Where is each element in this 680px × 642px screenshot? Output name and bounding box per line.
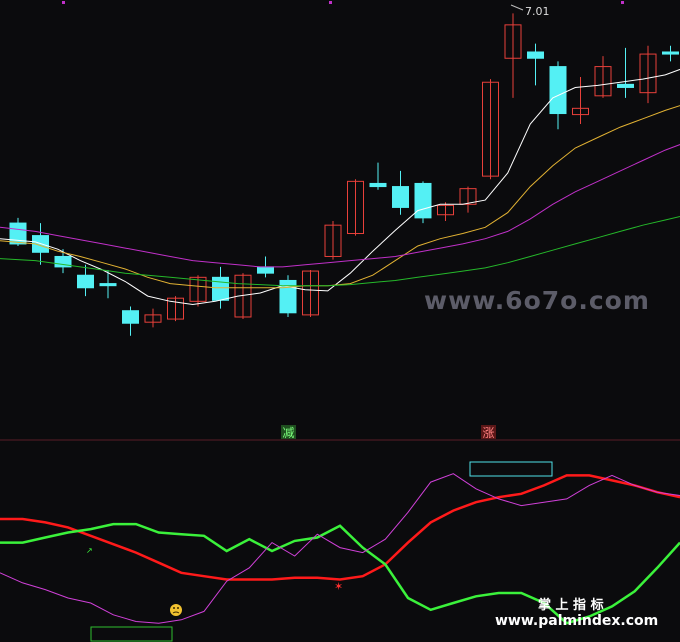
signal-rise: 涨 xyxy=(481,425,496,440)
candle-body xyxy=(549,66,567,115)
signal-reduce-label: 减 xyxy=(283,426,295,440)
candle-body xyxy=(662,51,679,55)
candle-body xyxy=(212,276,229,301)
signal-rise-label: 涨 xyxy=(483,425,495,440)
candle-body xyxy=(617,83,634,88)
small-green-marker-icon: ↗ xyxy=(86,546,93,555)
candle-body xyxy=(369,182,387,188)
peak-label: 7.01 xyxy=(525,5,550,18)
top-marker xyxy=(62,1,65,4)
watermark-6o7o: www.6o7o.com xyxy=(424,286,650,315)
top-marker xyxy=(621,1,624,4)
smiley-icon xyxy=(170,604,182,616)
candle-body xyxy=(527,51,544,59)
candle-body xyxy=(122,310,139,324)
candle-body xyxy=(392,186,409,208)
candle-body xyxy=(414,182,432,219)
candle-down xyxy=(279,275,297,317)
candle-body xyxy=(77,274,94,289)
watermark-site: www.palmindex.com xyxy=(495,613,658,629)
candle-down xyxy=(414,181,432,224)
signal-reduce: 减 xyxy=(281,425,296,440)
background xyxy=(0,0,680,642)
top-marker xyxy=(329,1,332,4)
chart-canvas: www.6o7o.com 7.01 减 涨 ✶ ↗ 掌 上 指 标 www.pa… xyxy=(0,0,680,642)
watermark-brand: 掌 上 指 标 xyxy=(538,597,604,613)
cross-marker-icon: ✶ xyxy=(334,580,343,593)
candle-body xyxy=(257,266,274,274)
candle-body xyxy=(99,283,117,287)
